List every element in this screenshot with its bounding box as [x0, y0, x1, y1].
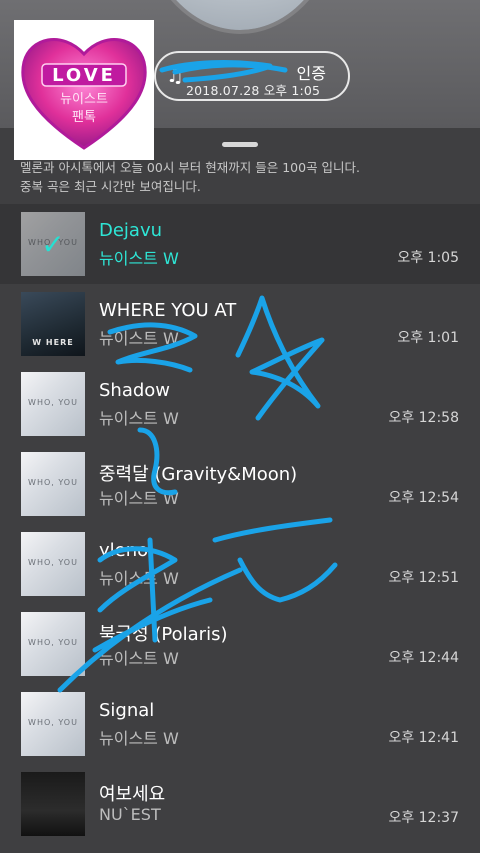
song-artist: 뉴이스트 W	[99, 249, 179, 268]
album-art-text: WHO, YOU	[28, 398, 78, 407]
info-line: 중복 곡은 최근 시간만 보여집니다.	[20, 179, 201, 194]
song-artist: 뉴이스트 W	[99, 569, 179, 588]
played-time: 오후 12:54	[388, 490, 459, 506]
song-artist: 뉴이스트 W	[99, 409, 179, 428]
logo-title: LOVE	[52, 65, 116, 86]
drag-handle[interactable]	[222, 142, 258, 147]
auth-timestamp: 2018.07.28 오후 1:05	[186, 83, 321, 98]
album-art: WHO, YOU	[21, 452, 85, 516]
check-icon: ✓	[21, 212, 85, 276]
history-sheet: 멜론과 아시톡에서 오늘 00시 부터 현재까지 들은 100곡 입니다. 중복…	[0, 128, 480, 853]
auth-button[interactable]: ♫ 인증 2018.07.28 오후 1:05	[154, 51, 350, 101]
fan-logo: LOVE 뉴이스트 팬톡	[14, 20, 154, 160]
played-time: 오후 12:51	[388, 570, 459, 586]
album-art-text: WHO, YOU	[28, 718, 78, 727]
song-title: Signal	[99, 700, 155, 721]
song-list: WHO, YOU ✓ Dejavu 뉴이스트 W 오후 1:05 W HERE …	[0, 204, 480, 844]
album-disc	[140, 0, 340, 30]
logo-subtitle-2: 팬톡	[72, 110, 96, 125]
album-art-text: WHO, YOU	[28, 478, 78, 487]
album-art: WHO, YOU	[21, 692, 85, 756]
music-note-icon: ♫	[166, 63, 184, 87]
song-title: Dejavu	[99, 220, 163, 241]
played-time: 오후 1:05	[397, 250, 459, 266]
song-row[interactable]: 여보세요 NU`EST 오후 12:37	[0, 764, 480, 844]
song-title: 북극성 (Polaris)	[99, 624, 228, 645]
song-artist: NU`EST	[99, 805, 161, 824]
album-art	[21, 772, 85, 836]
song-title: ylenol	[99, 540, 154, 561]
history-info: 멜론과 아시톡에서 오늘 00시 부터 현재까지 들은 100곡 입니다. 중복…	[20, 158, 470, 196]
song-row[interactable]: W HERE WHERE YOU AT 뉴이스트 W 오후 1:01	[0, 284, 480, 364]
song-title: 중력달 (Gravity&Moon)	[99, 464, 298, 485]
played-time: 오후 12:37	[388, 810, 459, 826]
song-artist: 뉴이스트 W	[99, 729, 179, 748]
logo-subtitle: 뉴이스트	[60, 92, 108, 107]
album-art-text: WHO, YOU	[28, 558, 78, 567]
played-time: 오후 1:01	[397, 330, 459, 346]
song-row[interactable]: WHO, YOU 북극성 (Polaris) 뉴이스트 W 오후 12:44	[0, 604, 480, 684]
song-row[interactable]: WHO, YOU ✓ Dejavu 뉴이스트 W 오후 1:05	[0, 204, 480, 284]
album-art: WHO, YOU	[21, 532, 85, 596]
played-time: 오후 12:44	[388, 650, 459, 666]
song-artist: 뉴이스트 W	[99, 329, 179, 348]
info-line: 멜론과 아시톡에서 오늘 00시 부터 현재까지 들은 100곡 입니다.	[20, 160, 361, 175]
song-row[interactable]: WHO, YOU Signal 뉴이스트 W 오후 12:41	[0, 684, 480, 764]
song-row[interactable]: WHO, YOU Shadow 뉴이스트 W 오후 12:58	[0, 364, 480, 444]
song-artist: 뉴이스트 W	[99, 649, 179, 668]
song-title: 여보세요	[99, 784, 166, 805]
song-title: Shadow	[99, 380, 171, 401]
song-artist: 뉴이스트 W	[99, 489, 179, 508]
played-time: 오후 12:58	[388, 410, 459, 426]
played-time: 오후 12:41	[388, 730, 459, 746]
song-row[interactable]: WHO, YOU ylenol 뉴이스트 W 오후 12:51	[0, 524, 480, 604]
album-art: W HERE	[21, 292, 85, 356]
album-art: WHO, YOU	[21, 372, 85, 436]
album-art-text: W HERE	[32, 338, 74, 347]
album-art-text: WHO, YOU	[28, 638, 78, 647]
album-art: WHO, YOU	[21, 612, 85, 676]
album-art: WHO, YOU ✓	[21, 212, 85, 276]
song-row[interactable]: WHO, YOU 중력달 (Gravity&Moon) 뉴이스트 W 오후 12…	[0, 444, 480, 524]
song-title: WHERE YOU AT	[99, 300, 237, 321]
